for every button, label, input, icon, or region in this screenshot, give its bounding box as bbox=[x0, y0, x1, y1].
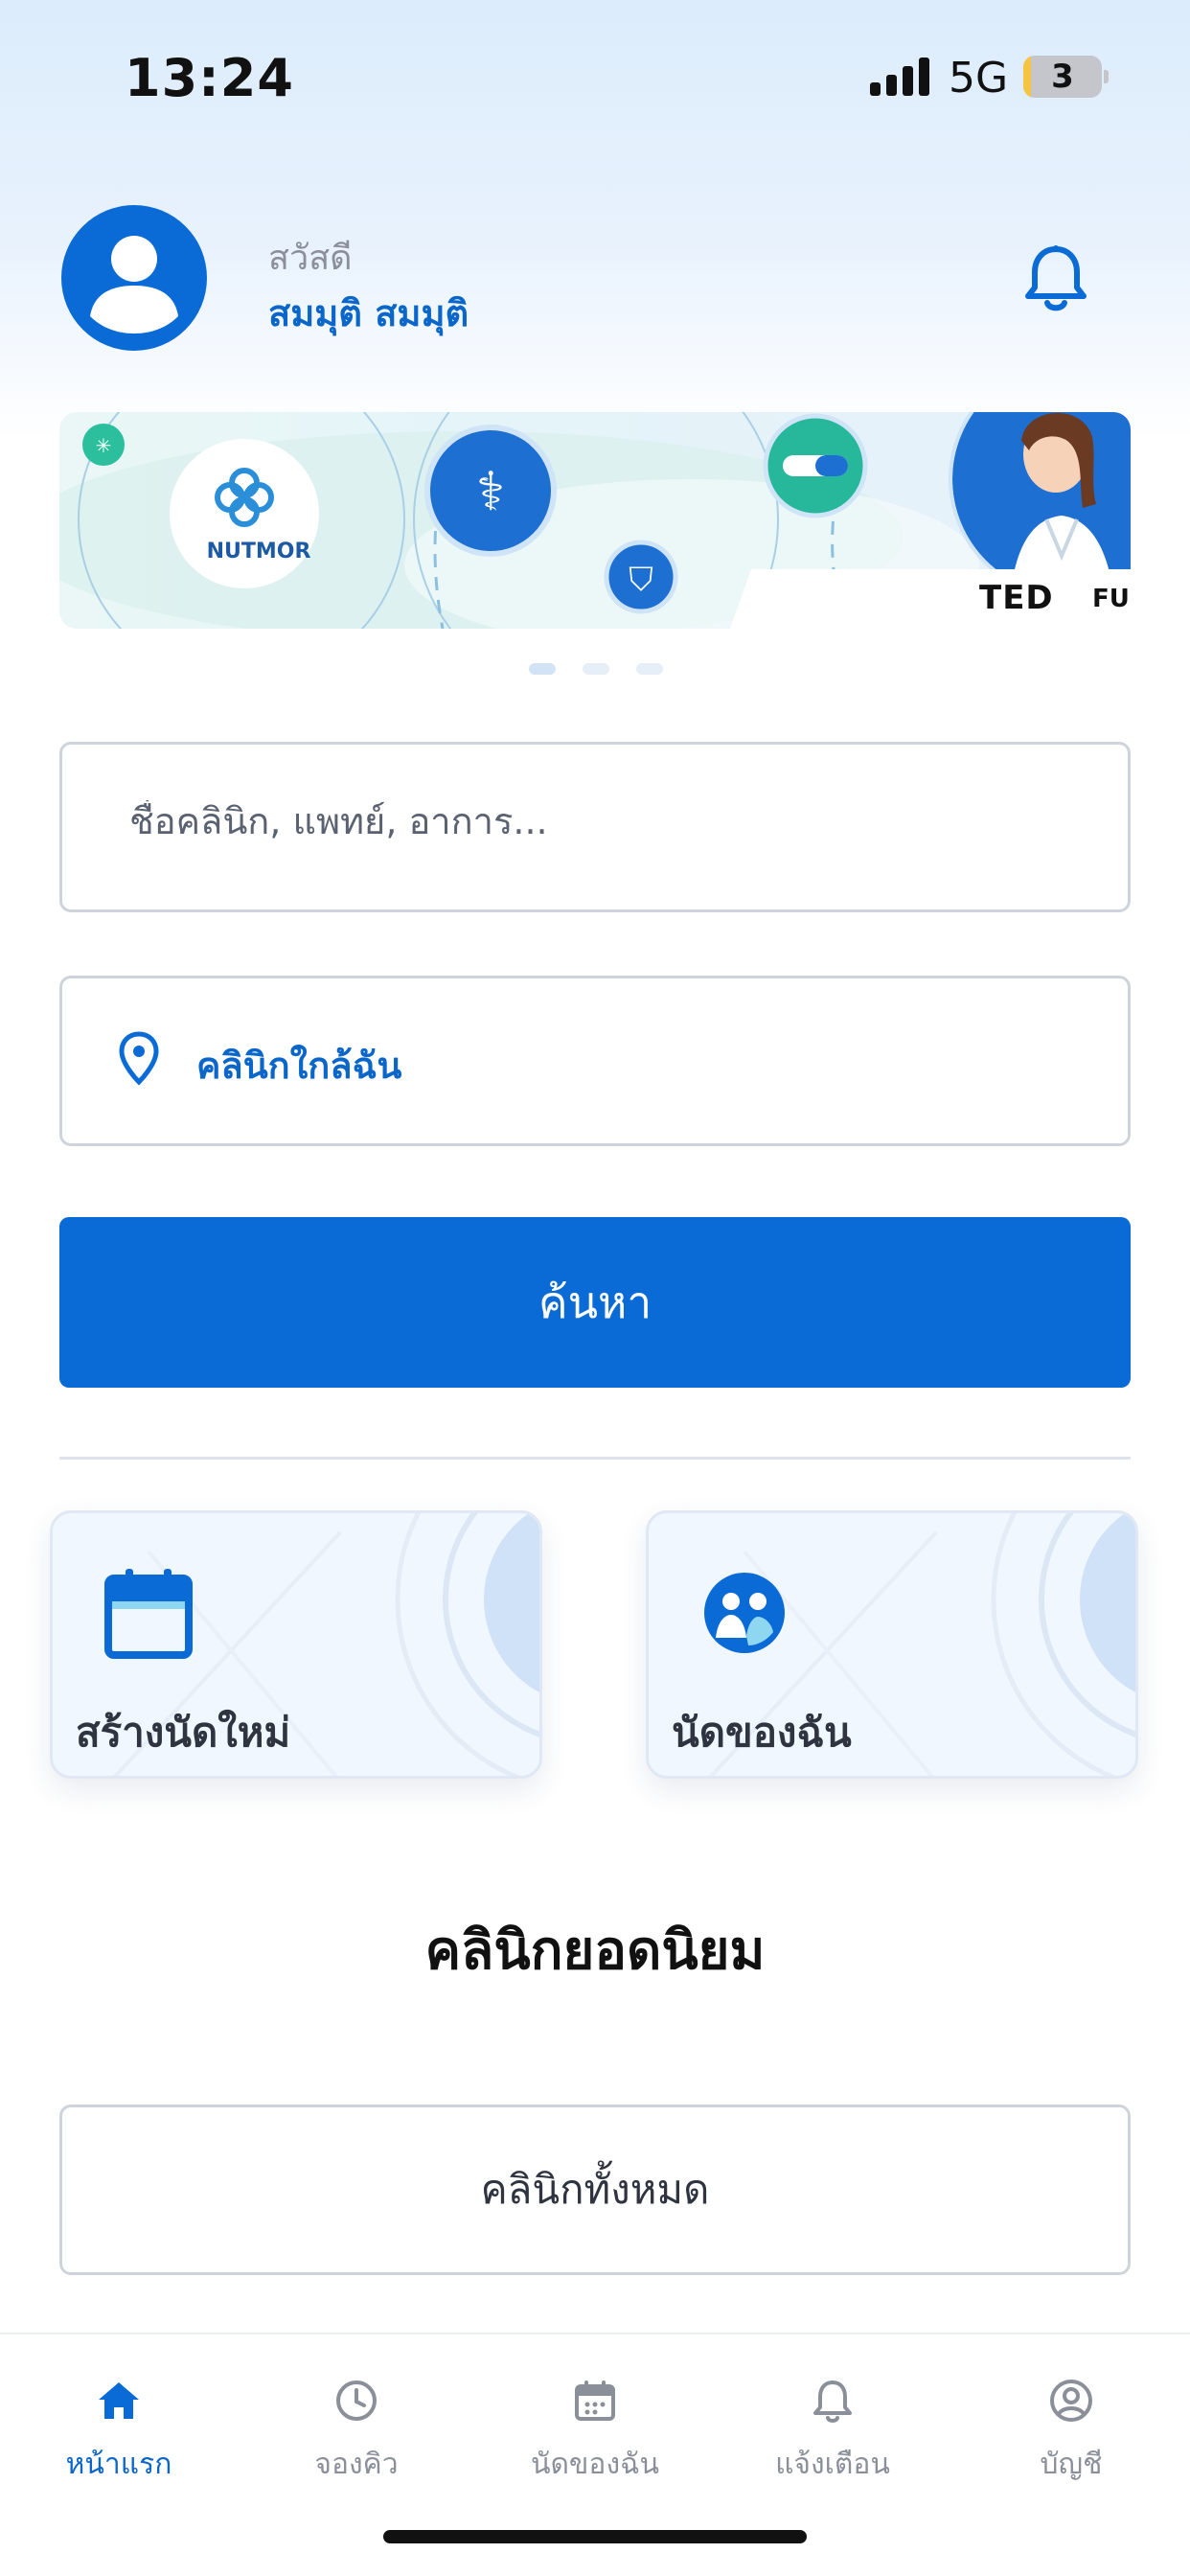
nav-account-label: บัญชี bbox=[1040, 2448, 1103, 2481]
user-name: สมมุติ สมมุติ bbox=[268, 292, 469, 334]
home-indicator[interactable] bbox=[383, 2530, 807, 2543]
bell-icon bbox=[813, 2380, 852, 2423]
nav-notifications-label: แจ้งเตือน bbox=[775, 2448, 890, 2481]
status-bar: 13:24 5G 3 bbox=[0, 0, 1190, 153]
nav-booking[interactable]: จองคิว bbox=[238, 2377, 475, 2511]
calendar-icon bbox=[575, 2380, 615, 2421]
location-field[interactable]: คลินิกใกล้ฉัน bbox=[59, 976, 1131, 1146]
nav-booking-label: จองคิว bbox=[314, 2448, 399, 2481]
nav-account[interactable]: บัญชี bbox=[952, 2377, 1190, 2511]
bell-icon[interactable] bbox=[1023, 243, 1088, 314]
search-input[interactable] bbox=[129, 800, 992, 842]
new-appointment-label: สร้างนัดใหม่ bbox=[76, 1709, 291, 1756]
banner-partner-logo: TED bbox=[979, 579, 1054, 617]
banner-pagination[interactable] bbox=[529, 663, 663, 677]
all-clinics-button[interactable]: คลินิกทั้งหมด bbox=[59, 2104, 1131, 2275]
svg-text:⚕: ⚕ bbox=[476, 461, 505, 523]
search-field[interactable] bbox=[59, 742, 1131, 912]
users-circle-icon bbox=[704, 1573, 785, 1653]
battery-level: 3 bbox=[1051, 58, 1074, 96]
nav-my-appointments-label: นัดของฉัน bbox=[530, 2448, 660, 2481]
banner-logo-text: NUTMOR bbox=[206, 540, 311, 564]
home-icon bbox=[99, 2382, 139, 2419]
new-appointment-card[interactable]: สร้างนัดใหม่ bbox=[50, 1510, 542, 1779]
clock-icon bbox=[336, 2380, 377, 2421]
nav-my-appointments[interactable]: นัดของฉัน bbox=[476, 2377, 714, 2511]
network-type: 5G bbox=[949, 54, 1009, 103]
status-time: 13:24 bbox=[125, 48, 294, 108]
nav-home-label: หน้าแรก bbox=[65, 2448, 172, 2481]
svg-text:✳: ✳ bbox=[96, 434, 112, 457]
account-icon bbox=[1050, 2380, 1092, 2422]
signal-icon bbox=[870, 58, 931, 96]
user-avatar-icon[interactable] bbox=[61, 205, 207, 351]
banner-partner-logo-suffix: FUND bbox=[1092, 585, 1131, 613]
popular-clinics-title: คลินิกยอดนิยม bbox=[424, 1920, 766, 1982]
my-appointments-card[interactable]: นัดของฉัน bbox=[646, 1510, 1138, 1779]
calendar-icon bbox=[104, 1569, 193, 1659]
divider bbox=[59, 1457, 1131, 1460]
greeting-text: สวัสดี bbox=[268, 239, 353, 278]
search-button[interactable]: ค้นหา bbox=[59, 1217, 1131, 1388]
nav-notifications[interactable]: แจ้งเตือน bbox=[714, 2377, 951, 2511]
map-pin-icon bbox=[119, 1031, 159, 1086]
battery-icon: 3 bbox=[1023, 56, 1109, 98]
svg-text:⛉: ⛉ bbox=[629, 561, 653, 599]
my-appointments-label: นัดของฉัน bbox=[672, 1709, 852, 1756]
promo-banner[interactable]: ✳ ⚕ ⛉ NUTMOR TED FUND bbox=[59, 412, 1131, 629]
nav-home[interactable]: หน้าแรก bbox=[0, 2377, 238, 2511]
location-label: คลินิกใกล้ฉัน bbox=[196, 1045, 402, 1087]
